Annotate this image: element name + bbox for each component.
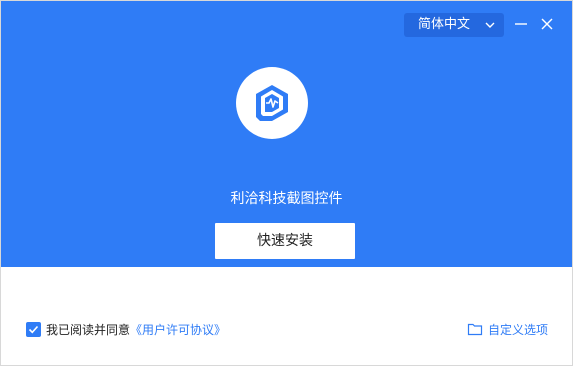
folder-icon [467, 323, 483, 336]
app-logo-icon [256, 85, 288, 121]
close-icon[interactable] [538, 15, 556, 33]
chevron-down-icon [485, 22, 495, 28]
custom-options-link[interactable]: 自定义选项 [467, 321, 548, 337]
agreement-row: 我已阅读并同意 《用户许可协议》 [26, 321, 226, 337]
license-agreement-link[interactable]: 《用户许可协议》 [130, 321, 226, 338]
checkmark-icon [28, 325, 39, 333]
language-select[interactable]: 简体中文 [404, 13, 504, 37]
minimize-icon[interactable] [512, 15, 530, 33]
installer-window: 简体中文 利洽科技截图控件 快速安装 我已阅读并同意 《用户许可协议》 自定义选… [0, 0, 573, 366]
agreement-text: 我已阅读并同意 [46, 322, 131, 337]
agreement-checkbox[interactable] [26, 321, 41, 337]
language-select-value: 简体中文 [418, 17, 471, 32]
custom-options-label: 自定义选项 [487, 322, 548, 337]
header-panel: 简体中文 利洽科技截图控件 快速安装 [1, 1, 572, 267]
product-name: 利洽科技截图控件 [230, 191, 343, 207]
quick-install-button[interactable]: 快速安装 [215, 223, 355, 259]
app-logo [236, 67, 308, 139]
